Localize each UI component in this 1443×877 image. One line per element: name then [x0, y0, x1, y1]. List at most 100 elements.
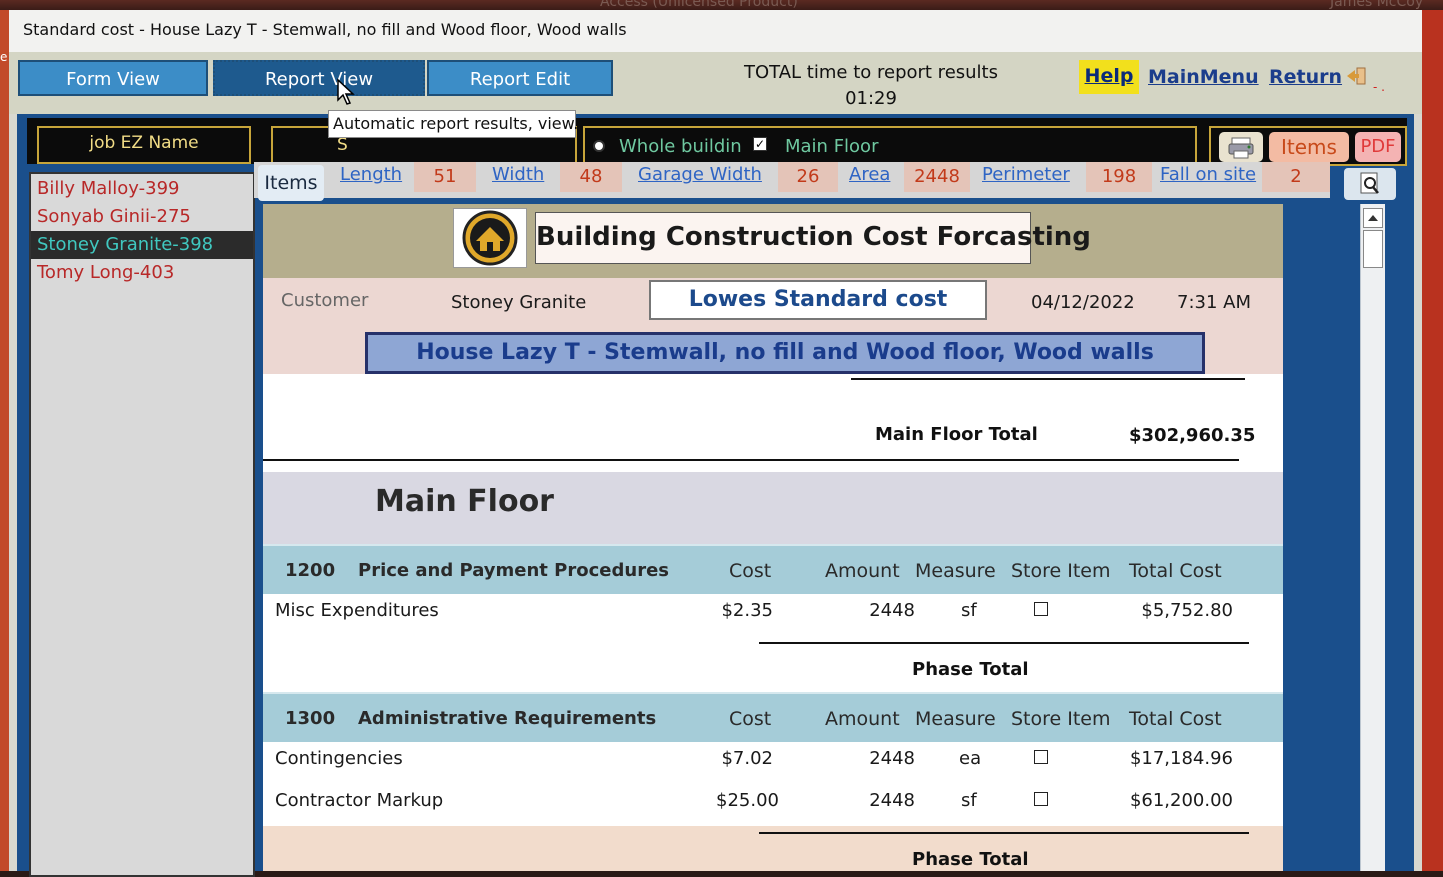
main-menu-link[interactable]: MainMenu [1148, 66, 1259, 88]
scroll-up-button[interactable] [1363, 208, 1383, 228]
garage-width-link[interactable]: Garage Width [638, 164, 762, 185]
job-ez-name-label: job EZ Name [37, 126, 251, 164]
table-row: Contingencies $7.02 2448 ea $17,184.96 [263, 742, 1283, 780]
form-view-button[interactable]: Form View [18, 60, 208, 96]
item-cost: $2.35 [721, 600, 773, 621]
main-floor-total-label: Main Floor Total [875, 424, 1038, 445]
job-list-item-selected[interactable]: Stoney Granite-398 [31, 231, 253, 259]
perimeter-link[interactable]: Perimeter [982, 164, 1070, 185]
length-value[interactable]: 51 [414, 162, 476, 192]
table-row: Misc Expenditures $2.35 2448 sf $5,752.8… [263, 594, 1283, 628]
item-name: Misc Expenditures [275, 600, 439, 621]
total-time-label: TOTAL time to report results [743, 62, 998, 83]
return-link[interactable]: Return [1269, 66, 1342, 88]
items-tab[interactable]: Items [258, 165, 324, 201]
cost-basis-box: Lowes Standard cost [649, 280, 987, 320]
window-title: Standard cost - House Lazy T - Stemwall,… [23, 20, 627, 39]
dimensions-bar: Items Length 51 Width 48 Garage Width 26… [254, 162, 1330, 201]
col-store-item: Store Item [1011, 708, 1111, 730]
report-date: 04/12/2022 [1031, 292, 1135, 313]
item-amount: 2448 [869, 600, 915, 621]
divider [851, 378, 1245, 380]
divider [759, 832, 1249, 834]
col-cost: Cost [729, 560, 772, 582]
item-name: Contingencies [275, 748, 403, 769]
whole-building-label: Whole buildin [619, 136, 742, 157]
house-logo-icon [462, 210, 518, 266]
chevron-up-icon [1368, 215, 1378, 221]
total-time-value: 01:29 [845, 88, 897, 109]
background-user-name: James McCoy [1330, 0, 1424, 10]
report-edit-button[interactable]: Report Edit [427, 60, 613, 96]
report-view-button[interactable]: Report View [213, 60, 425, 96]
item-cost: $7.02 [721, 748, 773, 769]
phase-code: 1300 [285, 708, 336, 729]
action-buttons-group: Items PDF [1209, 126, 1407, 166]
filter-toolbar: job EZ Name S Whole buildin ✓ Main Floor [27, 118, 1407, 166]
area-value[interactable]: 2448 [904, 162, 970, 192]
report-view-tooltip: Automatic report results, view. [328, 110, 578, 138]
exit-arrow-icon[interactable] [1345, 66, 1369, 86]
items-button[interactable]: Items [1269, 132, 1349, 162]
phase-header: 1300 Administrative Requirements Cost Am… [263, 692, 1283, 742]
printer-icon [1228, 137, 1254, 159]
print-button[interactable] [1219, 132, 1263, 162]
width-value[interactable]: 48 [560, 162, 622, 192]
item-total: $17,184.96 [1129, 748, 1233, 769]
col-store-item: Store Item [1011, 560, 1111, 582]
phase-header: 1200 Price and Payment Procedures Cost A… [263, 544, 1283, 594]
length-link[interactable]: Length [340, 164, 402, 185]
col-amount: Amount [825, 560, 900, 582]
col-measure: Measure [915, 708, 996, 730]
magnifier-icon [1360, 172, 1379, 194]
perimeter-value[interactable]: 198 [1086, 162, 1152, 192]
main-floor-checkbox[interactable]: ✓ [753, 137, 767, 151]
phase-code: 1200 [285, 560, 336, 581]
mouse-cursor-icon [337, 78, 355, 105]
job-list-item[interactable]: Sonyab Ginii-275 [31, 203, 253, 231]
area-link[interactable]: Area [849, 164, 890, 185]
store-item-checkbox[interactable] [1034, 602, 1048, 616]
report-preview: Building Construction Cost Forcasting Cu… [263, 204, 1283, 871]
pdf-button[interactable]: PDF [1355, 132, 1401, 162]
preview-button[interactable] [1344, 168, 1396, 200]
col-cost: Cost [729, 708, 772, 730]
whole-building-radio[interactable] [593, 140, 605, 152]
fall-on-site-value[interactable]: 2 [1262, 162, 1330, 192]
col-total-cost: Total Cost [1129, 560, 1222, 582]
job-list: Billy Malloy-399 Sonyab Ginii-275 Stoney… [29, 172, 255, 877]
help-link[interactable]: Help [1079, 60, 1139, 94]
company-logo [453, 208, 527, 268]
item-measure: sf [961, 790, 977, 811]
item-total: $5,752.80 [1141, 600, 1233, 621]
job-list-item[interactable]: Billy Malloy-399 [31, 175, 253, 203]
col-total-cost: Total Cost [1129, 708, 1222, 730]
phase-total-label: Phase Total [912, 849, 1029, 870]
customer-name: Stoney Granite [451, 292, 587, 313]
left-edge-strip: e [0, 10, 9, 871]
col-measure: Measure [915, 560, 996, 582]
job-list-item[interactable]: Tomy Long-403 [31, 259, 253, 287]
fall-on-site-link[interactable]: Fall on site [1160, 164, 1256, 185]
window-titlebar: Standard cost - House Lazy T - Stemwall,… [9, 10, 1422, 52]
report-header: Building Construction Cost Forcasting [263, 204, 1283, 278]
scope-selector: Whole buildin ✓ Main Floor [583, 126, 1197, 166]
host-title-strip: Access (Unlicensed Product) James McCoy [0, 0, 1443, 10]
ribbon: Form View Report View Report Edit TOTAL … [9, 52, 1422, 114]
store-item-checkbox[interactable] [1034, 750, 1048, 764]
red-dash-marks: - . [1373, 80, 1385, 94]
main-floor-label: Main Floor [785, 136, 879, 157]
phase-total-label: Phase Total [912, 659, 1029, 680]
report-scrollbar[interactable] [1360, 204, 1385, 871]
garage-width-value[interactable]: 26 [778, 162, 838, 192]
phase-name: Administrative Requirements [358, 708, 657, 729]
store-item-checkbox[interactable] [1034, 792, 1048, 806]
background-app-title: Access (Unlicensed Product) [600, 0, 798, 10]
item-cost: $25.00 [716, 790, 779, 811]
item-measure: sf [961, 600, 977, 621]
width-link[interactable]: Width [492, 164, 544, 185]
item-amount: 2448 [869, 790, 915, 811]
table-row: Contractor Markup $25.00 2448 sf $61,200… [263, 784, 1283, 822]
scroll-thumb[interactable] [1363, 230, 1383, 268]
item-total: $61,200.00 [1129, 790, 1233, 811]
